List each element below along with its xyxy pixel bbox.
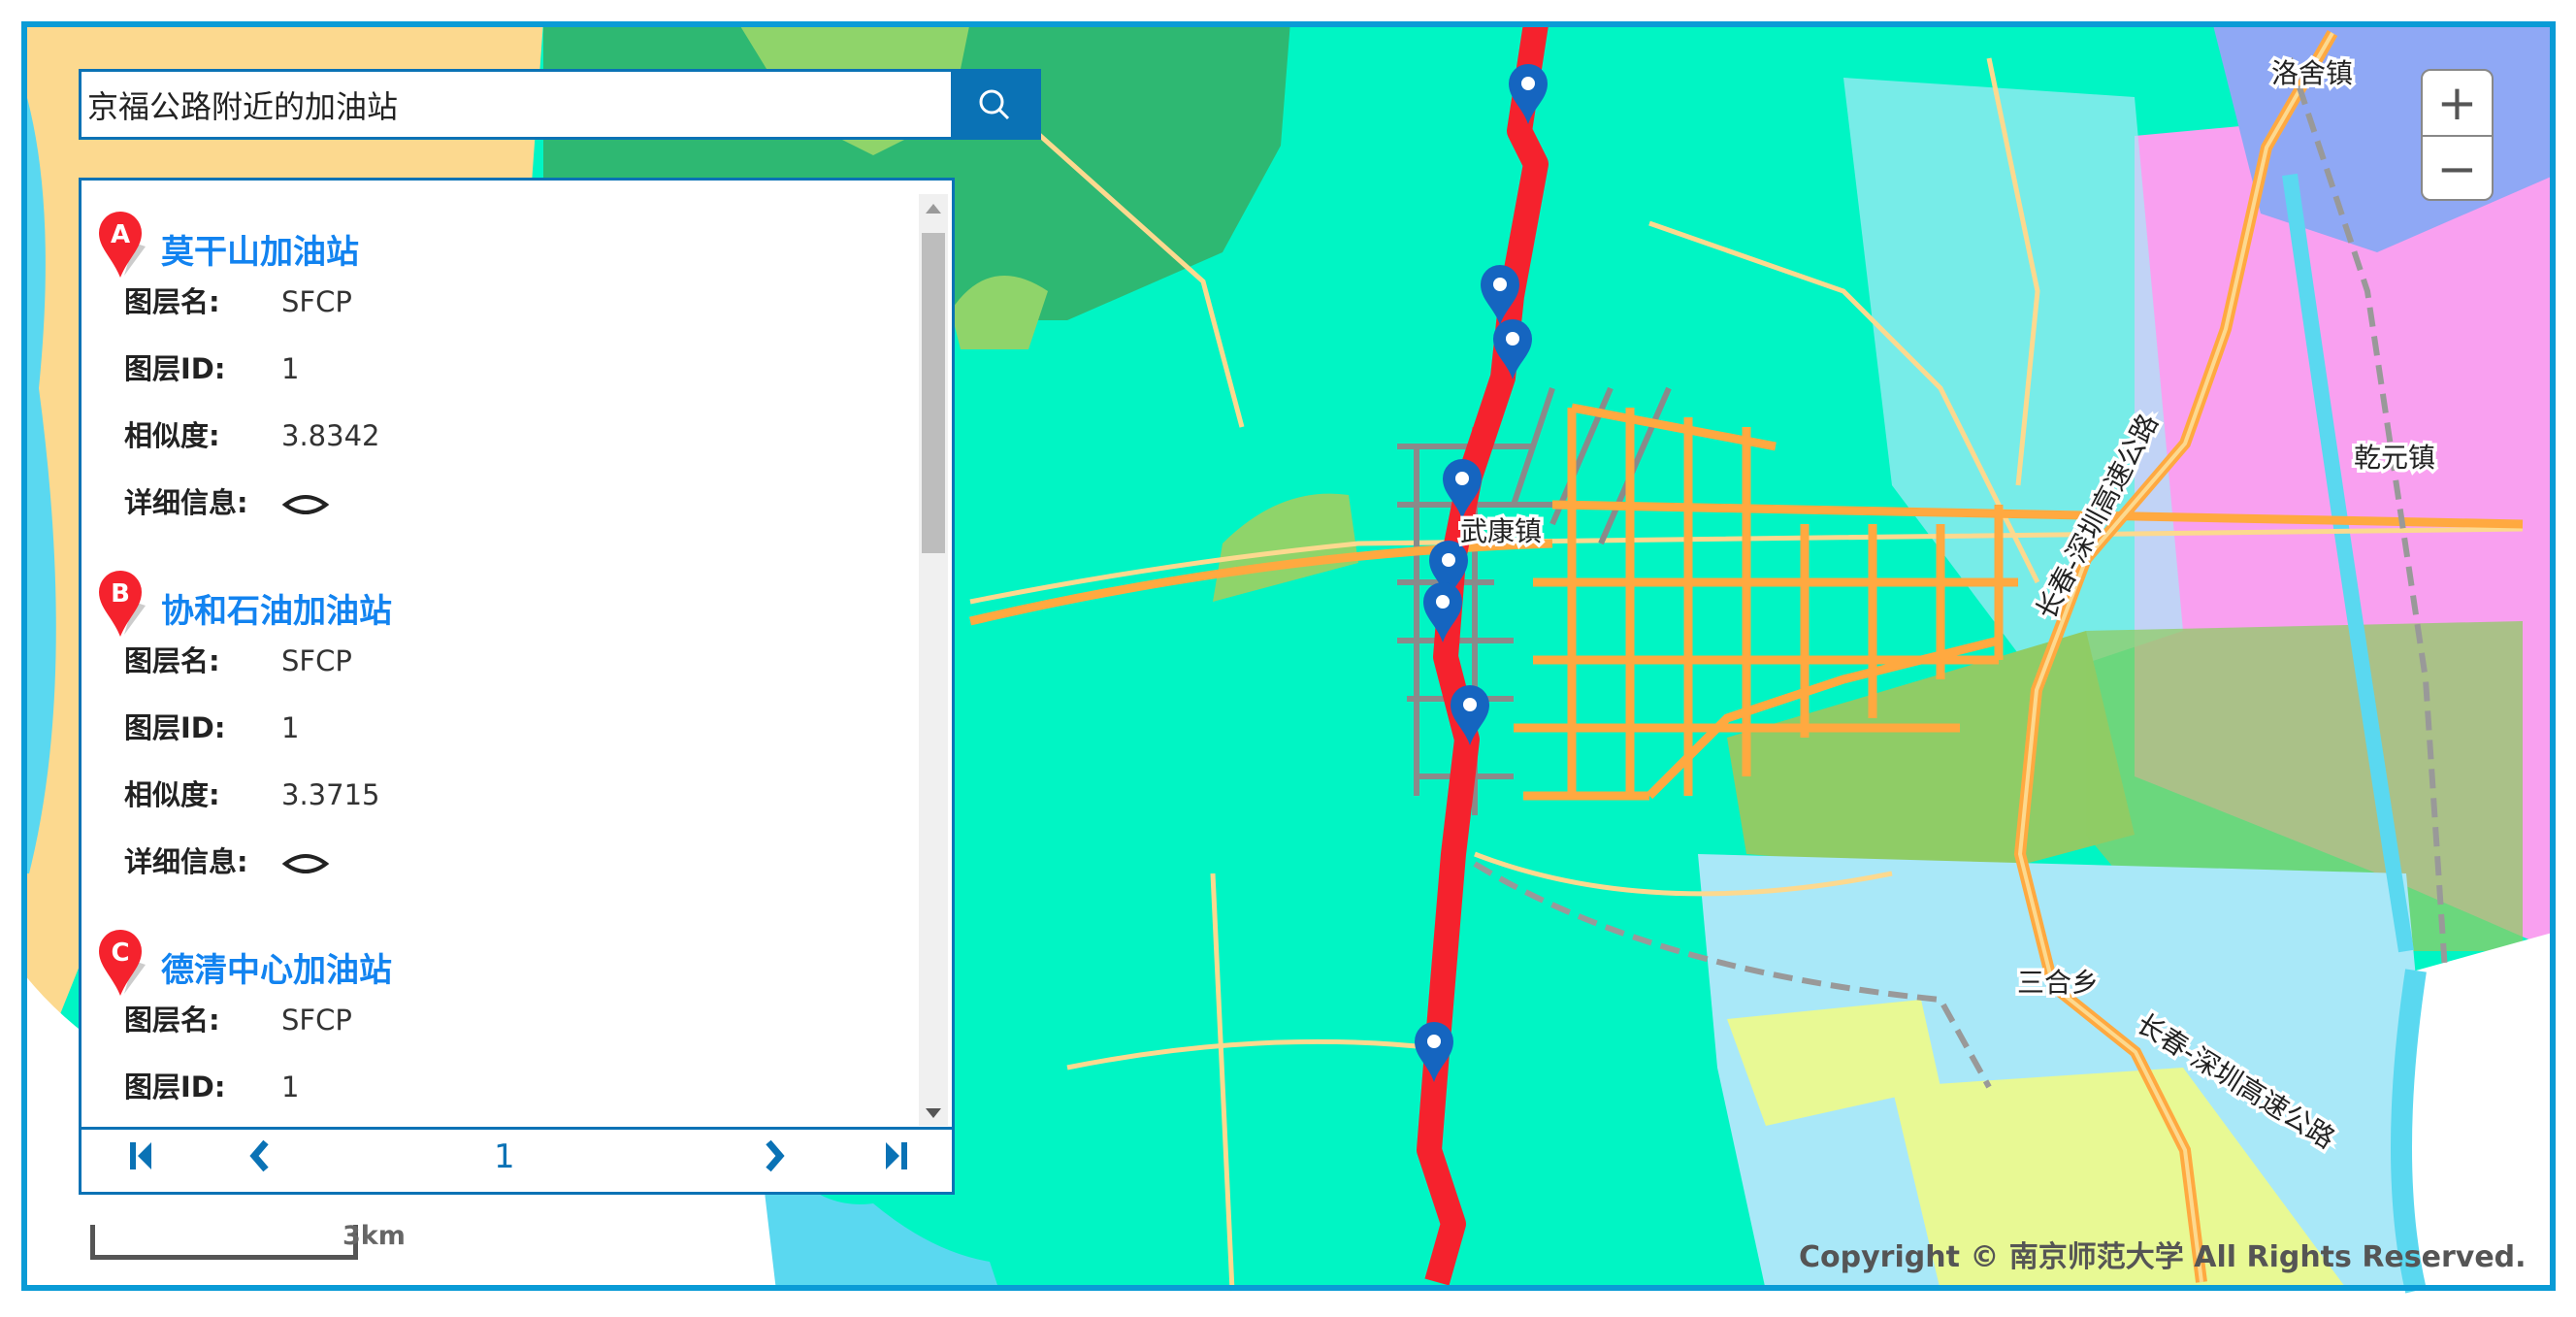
field-label: 相似度:: [124, 778, 220, 811]
field-value: SFCP: [281, 1004, 352, 1037]
pagination: 1: [82, 1127, 952, 1192]
result-field: 图层名: SFCP: [124, 280, 352, 320]
search-bar: [79, 69, 1041, 140]
svg-text:C: C: [111, 938, 129, 968]
result-title[interactable]: 德清中心加油站: [161, 943, 392, 991]
result-field: 相似度: 3.8342: [124, 413, 379, 454]
field-label: 图层名:: [124, 644, 220, 677]
field-label: 图层名:: [124, 1004, 220, 1037]
field-value: SFCP: [281, 644, 352, 677]
result-field: 图层名: SFCP: [124, 998, 352, 1038]
field-label: 相似度:: [124, 419, 220, 452]
result-title[interactable]: 莫干山加油站: [161, 225, 359, 273]
result-field: 图层ID: 1: [124, 706, 299, 746]
search-button[interactable]: [951, 72, 1038, 137]
eye-icon[interactable]: [281, 493, 330, 516]
result-field: 详细信息:: [124, 480, 330, 521]
field-label: 详细信息:: [124, 486, 248, 519]
field-label: 图层名:: [124, 285, 220, 318]
field-label: 图层ID:: [124, 352, 226, 385]
result-field: 图层名: SFCP: [124, 639, 352, 679]
svg-text:B: B: [111, 579, 130, 609]
place-label-qianyuan: 乾元镇: [2354, 442, 2435, 474]
place-label-wukang: 武康镇: [1460, 515, 1542, 547]
field-label: 详细信息:: [124, 845, 248, 878]
zoom-in-button[interactable]: +: [2423, 71, 2492, 135]
search-icon: [979, 89, 1010, 119]
search-input[interactable]: [82, 72, 951, 137]
page-number: 1: [494, 1137, 515, 1176]
result-field: 图层ID: 1: [124, 346, 299, 387]
marker-pin-icon: B: [99, 571, 146, 637]
prev-page-icon[interactable]: [246, 1139, 274, 1181]
result-field: 图层ID: 1: [124, 1065, 299, 1105]
marker-pin-icon: A: [99, 212, 146, 278]
field-value: 3.3715: [281, 778, 380, 811]
results-panel: A 莫干山加油站 图层名: SFCP 图层ID: 1 相似度: 3.8342 详细信息…: [79, 178, 955, 1195]
result-title[interactable]: 协和石油加油站: [161, 584, 392, 632]
field-value: 3.8342: [281, 419, 380, 452]
field-value: 1: [281, 352, 300, 385]
scale-bar: [90, 1225, 358, 1260]
scale-label: 3km: [342, 1221, 406, 1251]
eye-icon[interactable]: [281, 852, 330, 875]
place-label-luoshe: 洛舍镇: [2271, 57, 2353, 89]
field-value: SFCP: [281, 285, 352, 318]
field-value: 1: [281, 711, 300, 744]
zoom-out-button[interactable]: −: [2423, 135, 2492, 199]
copyright: Copyright © 南京师范大学 All Rights Reserved.: [1799, 1240, 2527, 1274]
last-page-icon[interactable]: [882, 1139, 909, 1181]
scroll-thumb[interactable]: [922, 233, 945, 553]
field-value: 1: [281, 1070, 300, 1103]
field-label: 图层ID:: [124, 1070, 226, 1103]
results-list: A 莫干山加油站 图层名: SFCP 图层ID: 1 相似度: 3.8342 详细信息…: [82, 181, 915, 1128]
scrollbar[interactable]: [919, 194, 948, 1126]
marker-pin-icon: C: [99, 930, 146, 996]
field-label: 图层ID:: [124, 711, 226, 744]
place-label-sanhe: 三合乡: [2017, 967, 2099, 999]
first-page-icon[interactable]: [128, 1139, 155, 1181]
next-page-icon[interactable]: [761, 1139, 788, 1181]
zoom-control: + −: [2421, 69, 2494, 201]
result-field: 详细信息:: [124, 840, 330, 880]
scroll-down-icon[interactable]: [926, 1108, 941, 1118]
result-field: 相似度: 3.3715: [124, 773, 379, 813]
scroll-up-icon[interactable]: [926, 204, 941, 214]
svg-text:A: A: [111, 220, 130, 249]
